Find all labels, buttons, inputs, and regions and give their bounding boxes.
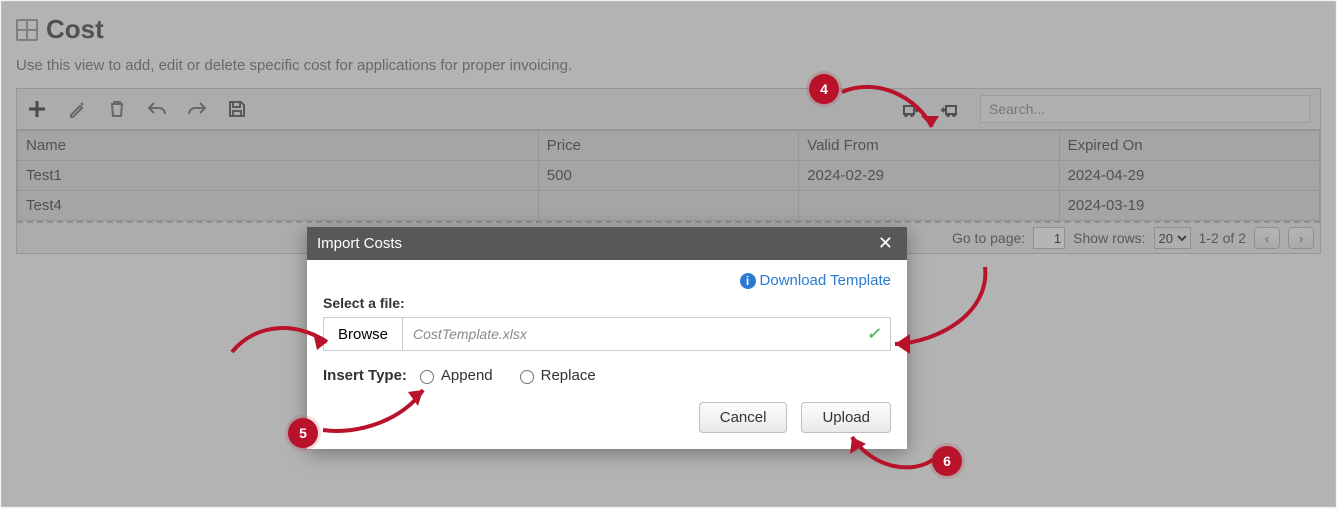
save-icon[interactable] (227, 99, 247, 119)
export-icon[interactable] (940, 99, 960, 119)
cell-price: 500 (538, 161, 798, 191)
radio-append-input[interactable] (420, 370, 434, 384)
rows-per-page-select[interactable]: 20 (1154, 227, 1191, 249)
annotation-badge-6: 6 (932, 446, 962, 476)
dialog-title: Import Costs (317, 235, 402, 252)
cell-valid-from (799, 191, 1059, 221)
cell-price (538, 191, 798, 221)
col-name[interactable]: Name (18, 131, 539, 161)
radio-replace-input[interactable] (520, 370, 534, 384)
radio-replace-label: Replace (541, 367, 596, 384)
annotation-badge-5: 5 (288, 418, 318, 448)
file-name-field[interactable]: CostTemplate.xlsx ✓ (402, 317, 891, 351)
radio-replace[interactable]: Replace (515, 367, 596, 384)
select-file-label: Select a file: (323, 295, 891, 311)
cell-expired-on: 2024-03-19 (1059, 191, 1319, 221)
col-price[interactable]: Price (538, 131, 798, 161)
prev-page-button[interactable]: ‹ (1254, 227, 1280, 249)
edit-icon[interactable] (67, 99, 87, 119)
col-valid-from[interactable]: Valid From (799, 131, 1059, 161)
import-icon[interactable] (900, 99, 920, 119)
info-icon: i (740, 273, 756, 289)
page-title: Cost (16, 14, 1321, 45)
page-description: Use this view to add, edit or delete spe… (16, 57, 1321, 74)
redo-icon[interactable] (187, 99, 207, 119)
page-range: 1-2 of 2 (1199, 230, 1246, 246)
page-input[interactable] (1033, 227, 1065, 249)
table-row[interactable]: Test1 500 2024-02-29 2024-04-29 (18, 161, 1320, 191)
annotation-badge-4: 4 (809, 74, 839, 104)
dialog-titlebar[interactable]: Import Costs ✕ (307, 227, 907, 260)
goto-label: Go to page: (952, 230, 1025, 246)
search-input[interactable] (980, 95, 1310, 123)
download-template-text: Download Template (760, 272, 891, 289)
import-costs-dialog: Import Costs ✕ i Download Template Selec… (307, 227, 907, 449)
download-template-link[interactable]: i Download Template (323, 272, 891, 289)
next-page-button[interactable]: › (1288, 227, 1314, 249)
insert-type-label: Insert Type: (323, 367, 407, 384)
undo-icon[interactable] (147, 99, 167, 119)
cell-expired-on: 2024-04-29 (1059, 161, 1319, 191)
cell-valid-from: 2024-02-29 (799, 161, 1059, 191)
radio-append[interactable]: Append (415, 367, 493, 384)
file-chooser: Browse CostTemplate.xlsx ✓ (323, 317, 891, 351)
show-rows-label: Show rows: (1073, 230, 1145, 246)
grid-icon (16, 19, 38, 41)
table-header-row: Name Price Valid From Expired On (18, 131, 1320, 161)
browse-button[interactable]: Browse (323, 317, 402, 351)
cancel-button[interactable]: Cancel (699, 402, 788, 433)
grid-toolbar (17, 89, 1320, 130)
insert-type-row: Insert Type: Append Replace (323, 367, 891, 384)
col-expired-on[interactable]: Expired On (1059, 131, 1319, 161)
valid-file-icon: ✓ (867, 324, 880, 344)
cell-name: Test4 (18, 191, 539, 221)
radio-append-label: Append (441, 367, 493, 384)
cost-table: Name Price Valid From Expired On Test1 5… (17, 130, 1320, 221)
delete-icon[interactable] (107, 99, 127, 119)
file-name-text: CostTemplate.xlsx (413, 326, 527, 342)
cell-name: Test1 (18, 161, 539, 191)
close-icon[interactable]: ✕ (874, 233, 897, 254)
page-title-text: Cost (46, 14, 104, 45)
upload-button[interactable]: Upload (801, 402, 891, 433)
add-icon[interactable] (27, 99, 47, 119)
table-row[interactable]: Test4 2024-03-19 (18, 191, 1320, 221)
